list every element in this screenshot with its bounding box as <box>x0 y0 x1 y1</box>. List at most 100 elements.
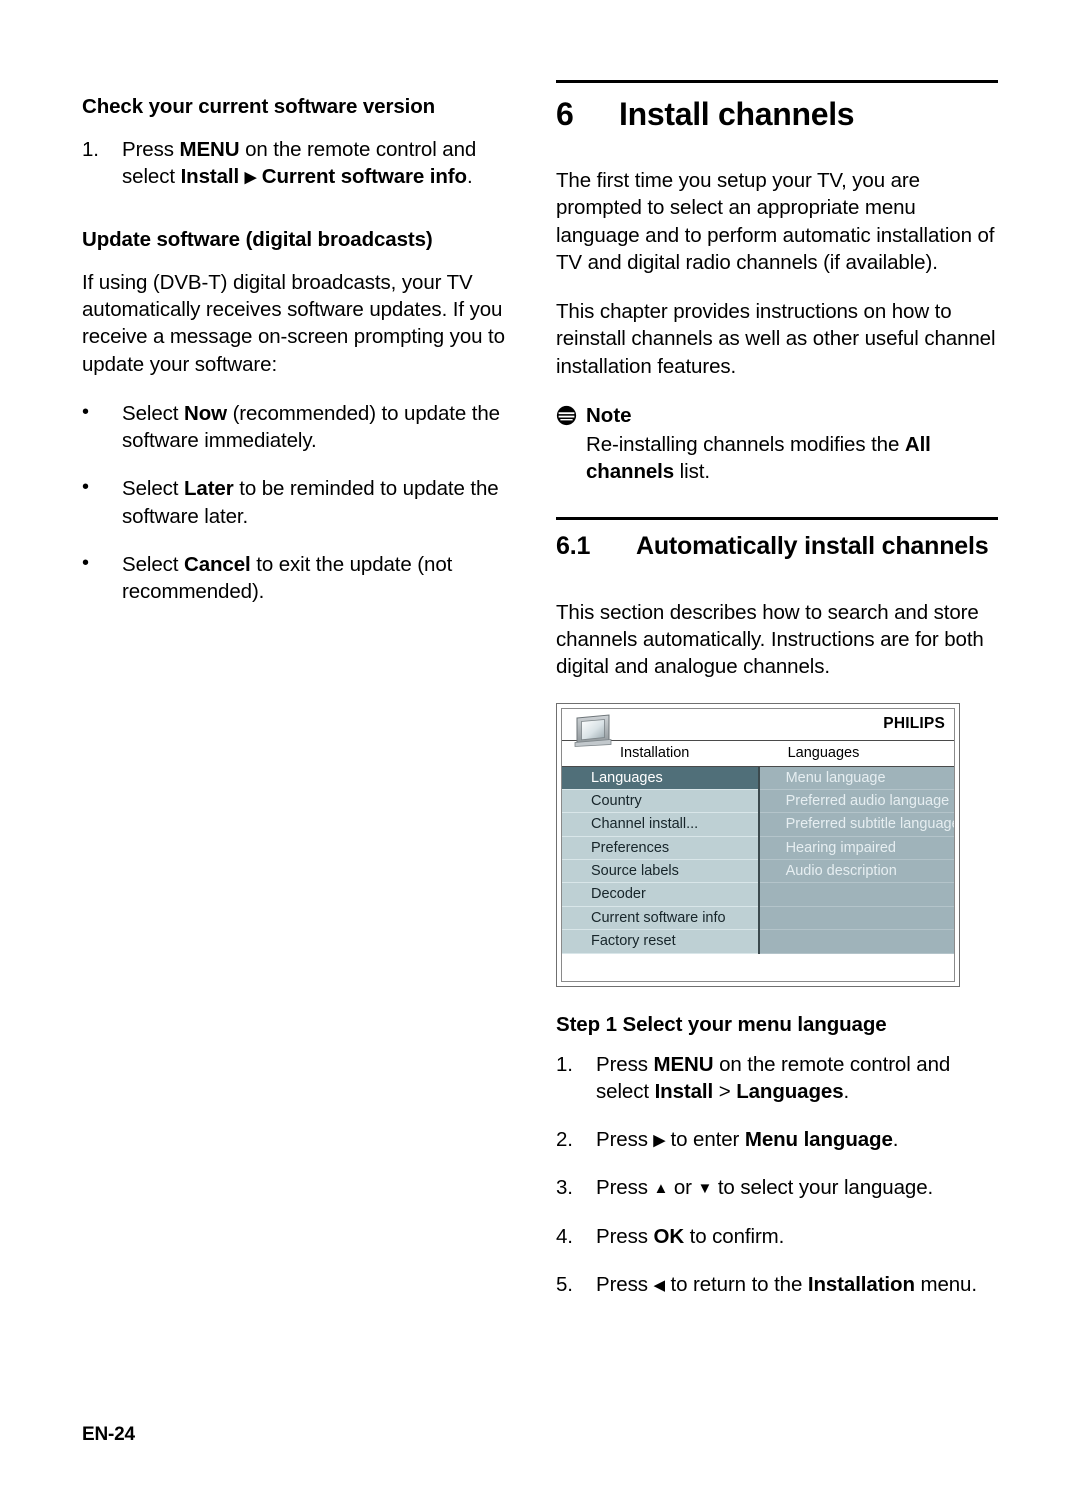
bullet-bold-cancel: Cancel <box>183 552 251 576</box>
step-text: to confirm. <box>684 1224 785 1248</box>
list-item: 5. Press ◀ to return to the Installation… <box>556 1271 998 1298</box>
chapter-heading: 6 Install channels <box>556 96 998 133</box>
philips-logo: PHILIPS <box>883 714 945 732</box>
intro-paragraph-1: The first time you setup your TV, you ar… <box>556 169 995 274</box>
step-bold-install: Install <box>654 1079 714 1103</box>
step-text: . <box>892 1128 899 1152</box>
bullet-bold-now: Now <box>183 401 227 425</box>
step-text-pre: Press <box>122 137 180 161</box>
list-marker: 1. <box>82 137 99 161</box>
note-icon <box>556 406 577 426</box>
step-text: Press <box>596 1052 654 1076</box>
section-number: 6.1 <box>556 532 591 561</box>
submenu-item-menu-language[interactable]: Menu language <box>759 766 954 790</box>
step-text: Press <box>596 1224 654 1248</box>
menu-item-source-labels[interactable]: Source labels <box>562 860 758 884</box>
tab-languages[interactable]: Languages <box>760 741 954 766</box>
step-text: Press <box>596 1272 654 1296</box>
step-bold-menu: MENU <box>179 137 240 161</box>
update-options-list: • Select Now (recommended) to update the… <box>82 400 522 606</box>
step-text-pre2: select <box>122 164 181 188</box>
left-arrow-icon: ◀ <box>653 1276 666 1294</box>
step-text: to return to the <box>664 1272 808 1296</box>
step-bold-installation: Installation <box>807 1272 915 1296</box>
bullet-marker: • <box>82 400 89 423</box>
list-item: 1. Press MENU on the remote control and … <box>82 136 522 191</box>
bullet-bold-later: Later <box>183 477 234 501</box>
chapter-title: Install channels <box>619 96 855 132</box>
submenu-item-empty <box>759 883 954 907</box>
step-text-post: on the remote control and <box>239 137 477 161</box>
right-arrow-icon: ▶ <box>244 168 257 186</box>
left-column: Check your current software version 1. P… <box>82 94 522 620</box>
check-software-steps: 1. Press MENU on the remote control and … <box>82 136 522 191</box>
menu-item-country[interactable]: Country <box>562 789 758 814</box>
section-title: Automatically install channels <box>636 532 989 561</box>
menu-item-factory-reset[interactable]: Factory reset <box>562 930 758 954</box>
list-item: • Select Later to be reminded to update … <box>82 475 522 530</box>
list-text: Select Cancel to exit the update (not re… <box>122 551 522 606</box>
step-period: . <box>466 164 473 188</box>
note-title: Note <box>586 403 632 427</box>
tv-menu-left-list: Languages Country Channel install... Pre… <box>562 766 760 954</box>
submenu-item-preferred-audio-language[interactable]: Preferred audio language <box>759 789 954 814</box>
list-marker: 2. <box>556 1128 573 1152</box>
list-text: Press MENU on the remote control and sel… <box>122 136 522 191</box>
menu-item-preferences[interactable]: Preferences <box>562 836 758 861</box>
step-text: to enter <box>664 1128 745 1152</box>
step-text: Press <box>596 1176 654 1200</box>
list-item: 2. Press ▶ to enter Menu language. <box>556 1126 998 1153</box>
submenu-item-preferred-subtitle-language[interactable]: Preferred subtitle language <box>759 813 954 837</box>
step-1-list: 1. Press MENU on the remote control and … <box>556 1051 998 1299</box>
step-text: menu. <box>914 1272 977 1296</box>
list-text: Press OK to confirm. <box>596 1223 998 1250</box>
note-block: Note Re-installing channels modifies the… <box>556 404 998 486</box>
submenu-item-empty <box>759 906 954 931</box>
intro-paragraph-2: This chapter provides instructions on ho… <box>556 300 996 378</box>
down-arrow-icon: ▼ <box>697 1180 713 1198</box>
menu-item-current-software-info[interactable]: Current software info <box>562 906 758 931</box>
menu-item-decoder[interactable]: Decoder <box>562 883 758 907</box>
heading-check-software-version: Check your current software version <box>82 95 436 118</box>
list-item: • Select Now (recommended) to update the… <box>82 400 522 455</box>
section-paragraph: This section describes how to search and… <box>556 600 984 679</box>
menu-item-channel-install[interactable]: Channel install... <box>562 813 758 837</box>
bullet-text-pre: Select <box>122 477 184 501</box>
tv-menu-frame: PHILIPS Installation Languages Languages… <box>561 707 955 982</box>
menu-item-languages[interactable]: Languages <box>562 766 758 790</box>
page-number: EN-24 <box>82 1424 135 1445</box>
step-text: Press <box>596 1128 654 1152</box>
note-text-pre: Re-installing channels modifies the <box>586 432 905 456</box>
bullet-text-pre: Select <box>122 552 184 576</box>
step-bold-current-software-info: Current software info <box>261 164 467 188</box>
paragraph-update-software: If using (DVB-T) digital broadcasts, you… <box>82 270 505 376</box>
note-text-post: list. <box>674 460 710 483</box>
bullet-text-pre: Select <box>122 401 184 425</box>
step-text: . <box>843 1079 850 1103</box>
step-text: > <box>713 1079 737 1103</box>
up-arrow-icon: ▲ <box>653 1180 669 1198</box>
tv-menu-brandbar: PHILIPS <box>562 709 954 747</box>
list-item: 4. Press OK to confirm. <box>556 1223 998 1250</box>
submenu-item-audio-description[interactable]: Audio description <box>759 860 954 884</box>
step-bold-install: Install <box>180 164 240 188</box>
list-marker: 1. <box>556 1052 573 1076</box>
list-item: 3. Press ▲ or ▼ to select your language. <box>556 1174 998 1201</box>
submenu-item-empty <box>759 930 954 954</box>
tv-menu-tabs: Installation Languages <box>562 741 954 767</box>
step-text: to select your language. <box>712 1176 934 1200</box>
list-item: • Select Cancel to exit the update (not … <box>82 551 522 606</box>
note-body: Re-installing channels modifies the All … <box>586 431 998 486</box>
step-bold-languages: Languages <box>736 1079 844 1103</box>
list-text: Press ▲ or ▼ to select your language. <box>596 1174 998 1201</box>
list-marker: 4. <box>556 1224 573 1248</box>
right-arrow-icon: ▶ <box>653 1132 666 1150</box>
section-rule <box>556 517 998 521</box>
list-text: Select Later to be reminded to update th… <box>122 475 522 530</box>
heading-update-software: Update software (digital broadcasts) <box>82 228 433 252</box>
step-bold-ok: OK <box>653 1224 685 1248</box>
tv-set-icon <box>574 713 612 747</box>
step-text: or <box>668 1176 698 1200</box>
submenu-item-hearing-impaired[interactable]: Hearing impaired <box>759 836 954 861</box>
list-text: Press ▶ to enter Menu language. <box>596 1126 998 1153</box>
